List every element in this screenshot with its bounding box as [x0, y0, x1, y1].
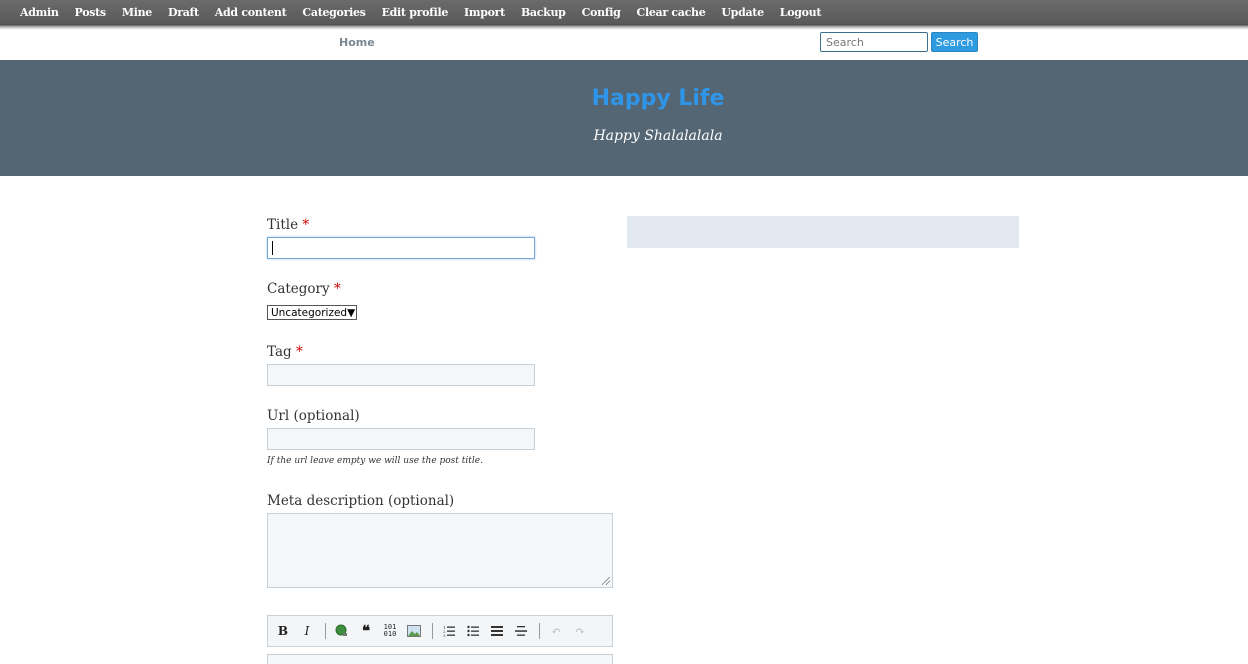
- admin-toolbar: Admin Posts Mine Draft Add content Categ…: [0, 0, 1248, 24]
- italic-icon[interactable]: I: [296, 620, 318, 642]
- search-input[interactable]: [820, 32, 928, 52]
- admin-link-categories[interactable]: Categories: [294, 6, 373, 19]
- search-button[interactable]: Search: [931, 32, 978, 52]
- tag-label: Tag *: [267, 344, 303, 360]
- horizontal-rule-icon[interactable]: [510, 620, 532, 642]
- category-select[interactable]: Uncategorized ▼: [267, 305, 357, 320]
- tag-input[interactable]: [267, 364, 535, 386]
- toolbar-separator: [539, 623, 540, 639]
- svg-text:3: 3: [443, 633, 446, 637]
- image-icon[interactable]: [403, 620, 425, 642]
- admin-link-draft[interactable]: Draft: [160, 6, 207, 19]
- title-label-text: Title: [267, 217, 299, 233]
- admin-link-logout[interactable]: Logout: [772, 6, 829, 19]
- editor-toolbar: B I ❝ 101 010 123 ↶ ↷: [267, 615, 613, 647]
- tag-label-text: Tag: [267, 344, 292, 360]
- required-mark: *: [295, 344, 303, 360]
- meta-description-label: Meta description (optional): [267, 493, 455, 509]
- url-label: Url (optional): [267, 408, 360, 424]
- required-mark: *: [333, 281, 341, 297]
- admin-link-update[interactable]: Update: [713, 6, 771, 19]
- site-tagline: Happy Shalalalala: [593, 128, 723, 144]
- title-label: Title *: [267, 217, 309, 233]
- undo-icon[interactable]: ↶: [545, 620, 567, 642]
- code-icon[interactable]: 101 010: [379, 620, 401, 642]
- admin-link-edit-profile[interactable]: Edit profile: [374, 6, 456, 19]
- dropdown-arrow-icon: ▼: [347, 306, 356, 319]
- meta-description-textarea[interactable]: [267, 513, 613, 588]
- category-label: Category *: [267, 281, 341, 297]
- content-editor-area[interactable]: [267, 654, 613, 664]
- nav-bar: Home Search: [0, 30, 1248, 60]
- url-hint: If the url leave empty we will use the p…: [267, 456, 483, 466]
- text-caret: [272, 241, 273, 255]
- admin-link-add-content[interactable]: Add content: [207, 6, 295, 19]
- side-panel: [627, 216, 1019, 248]
- nav-home-link[interactable]: Home: [339, 36, 375, 49]
- site-title[interactable]: Happy Life: [0, 86, 1248, 111]
- link-icon[interactable]: [331, 620, 353, 642]
- admin-link-admin[interactable]: Admin: [12, 6, 67, 19]
- admin-link-posts[interactable]: Posts: [67, 6, 114, 19]
- title-input[interactable]: [267, 237, 535, 259]
- required-mark: *: [302, 217, 310, 233]
- admin-link-backup[interactable]: Backup: [513, 6, 574, 19]
- bold-icon[interactable]: B: [272, 620, 294, 642]
- toolbar-separator: [432, 623, 433, 639]
- heading-icon[interactable]: [486, 620, 508, 642]
- resize-grip-icon[interactable]: [602, 577, 610, 585]
- url-input[interactable]: [267, 428, 535, 450]
- ordered-list-icon[interactable]: 123: [438, 620, 460, 642]
- redo-icon[interactable]: ↷: [569, 620, 591, 642]
- quote-icon[interactable]: ❝: [355, 620, 377, 642]
- header-banner: Happy Life Happy Shalalalala: [0, 60, 1248, 176]
- admin-link-import[interactable]: Import: [456, 6, 513, 19]
- unordered-list-icon[interactable]: [462, 620, 484, 642]
- admin-link-clear-cache[interactable]: Clear cache: [628, 6, 713, 19]
- admin-link-mine[interactable]: Mine: [114, 6, 160, 19]
- category-label-text: Category: [267, 281, 330, 297]
- toolbar-separator: [325, 623, 326, 639]
- category-selected-value: Uncategorized: [271, 306, 348, 319]
- admin-link-config[interactable]: Config: [574, 6, 629, 19]
